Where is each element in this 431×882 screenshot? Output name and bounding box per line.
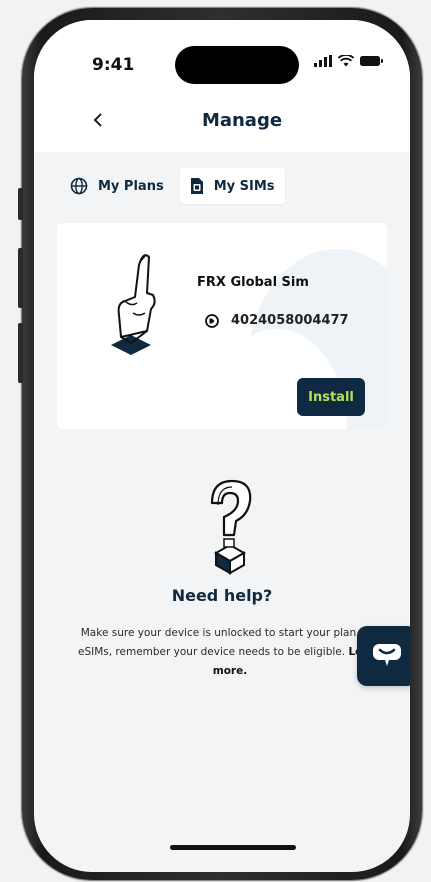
sim-name: FRX Global Sim <box>197 275 309 290</box>
tab-my-plans-label: My Plans <box>98 178 164 194</box>
mute-switch <box>18 188 23 220</box>
pointing-hand-illustration <box>111 254 156 355</box>
tab-bar: My Plans My SIMs <box>60 168 285 204</box>
phone-screen: 9:41 Manage My Plans My SIMs FRX Global … <box>34 20 410 872</box>
dynamic-island <box>175 46 299 84</box>
battery-icon <box>360 56 383 66</box>
chat-bubble-icon <box>373 644 401 666</box>
tab-my-sims[interactable]: My SIMs <box>179 168 285 204</box>
volume-up-button <box>18 248 23 308</box>
help-text: Make sure your device is unlocked to sta… <box>70 624 390 681</box>
help-title: Need help? <box>171 586 273 605</box>
sim-card: FRX Global Sim 4024058004477 Install <box>57 223 387 429</box>
phone-frame: 9:41 Manage My Plans My SIMs FRX Global … <box>18 8 422 880</box>
sim-number: 4024058004477 <box>231 313 349 328</box>
home-indicator <box>170 845 296 850</box>
top-header-area <box>34 20 410 152</box>
tab-my-plans[interactable]: My Plans <box>60 168 174 204</box>
tab-my-sims-label: My SIMs <box>213 178 275 194</box>
volume-down-button <box>18 323 23 383</box>
sim-number-row: 4024058004477 <box>205 313 349 328</box>
globe-icon <box>70 177 88 195</box>
install-button[interactable]: Install <box>297 378 365 416</box>
phone-tag-icon <box>205 313 219 328</box>
help-body: Make sure your device is unlocked to sta… <box>78 627 380 658</box>
status-time: 9:41 <box>92 55 135 75</box>
question-mark-illustration <box>210 479 252 575</box>
sim-card-icon <box>190 178 203 194</box>
page-title: Manage <box>201 110 283 131</box>
chat-button[interactable] <box>357 626 410 686</box>
signal-icon <box>314 55 332 67</box>
status-icons <box>314 55 384 67</box>
wifi-icon <box>338 55 354 67</box>
